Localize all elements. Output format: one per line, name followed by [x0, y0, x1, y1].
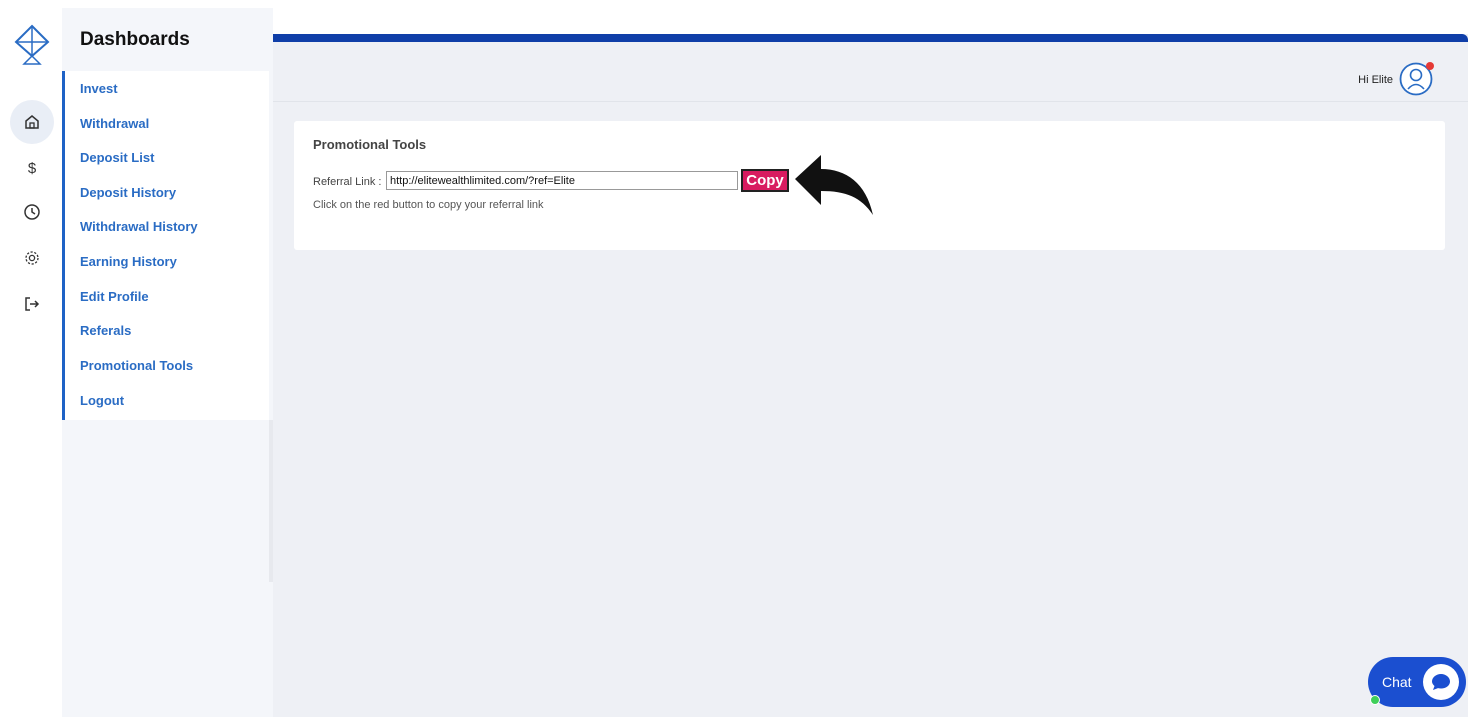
sidebar-item-promotional-tools[interactable]: Promotional Tools — [80, 358, 193, 373]
pointer-arrow-icon — [795, 155, 873, 215]
sidebar-item-deposit-history[interactable]: Deposit History — [80, 185, 176, 200]
top-accent-bar — [273, 34, 1468, 42]
logout-icon[interactable] — [10, 282, 54, 326]
sidebar-item-deposit-list[interactable]: Deposit List — [80, 150, 154, 165]
sidebar-item-withdrawal-history[interactable]: Withdrawal History — [80, 219, 198, 234]
gear-icon[interactable] — [10, 236, 54, 280]
submenu-list: Invest Withdrawal Deposit List Deposit H… — [62, 71, 269, 420]
copy-help-text: Click on the red button to copy your ref… — [313, 199, 544, 211]
sidebar-item-invest[interactable]: Invest — [80, 81, 118, 96]
submenu-panel: Dashboards Invest Withdrawal Deposit Lis… — [62, 8, 273, 717]
referral-link-label: Referral Link : — [313, 176, 382, 188]
promotional-tools-card: Promotional Tools Referral Link : Copy C… — [294, 121, 1445, 250]
header-bar: Hi Elite — [273, 42, 1468, 102]
chat-bubble-icon — [1423, 664, 1459, 700]
sidebar-item-earning-history[interactable]: Earning History — [80, 254, 177, 269]
referral-link-input[interactable] — [386, 171, 738, 190]
card-title: Promotional Tools — [313, 137, 427, 152]
dollar-icon[interactable]: $ — [10, 146, 54, 190]
user-greeting: Hi Elite — [1358, 74, 1393, 86]
copy-button[interactable]: Copy — [741, 169, 789, 192]
sidebar-item-edit-profile[interactable]: Edit Profile — [80, 289, 149, 304]
icon-rail: $ — [0, 0, 64, 717]
panel-title: Dashboards — [80, 29, 190, 50]
sidebar-item-referals[interactable]: Referals — [80, 323, 131, 338]
online-status-dot — [1370, 695, 1380, 705]
sidebar-item-logout[interactable]: Logout — [80, 393, 124, 408]
home-icon[interactable] — [10, 100, 54, 144]
clock-icon[interactable] — [10, 190, 54, 234]
svg-text:$: $ — [28, 160, 37, 177]
chat-label: Chat — [1382, 674, 1412, 690]
chat-widget-button[interactable]: Chat — [1368, 657, 1466, 707]
sidebar-item-withdrawal[interactable]: Withdrawal — [80, 116, 149, 131]
main-content: Hi Elite Promotional Tools Referral Link… — [273, 34, 1468, 717]
notification-dot — [1426, 62, 1434, 70]
kite-logo-icon[interactable] — [14, 24, 50, 66]
